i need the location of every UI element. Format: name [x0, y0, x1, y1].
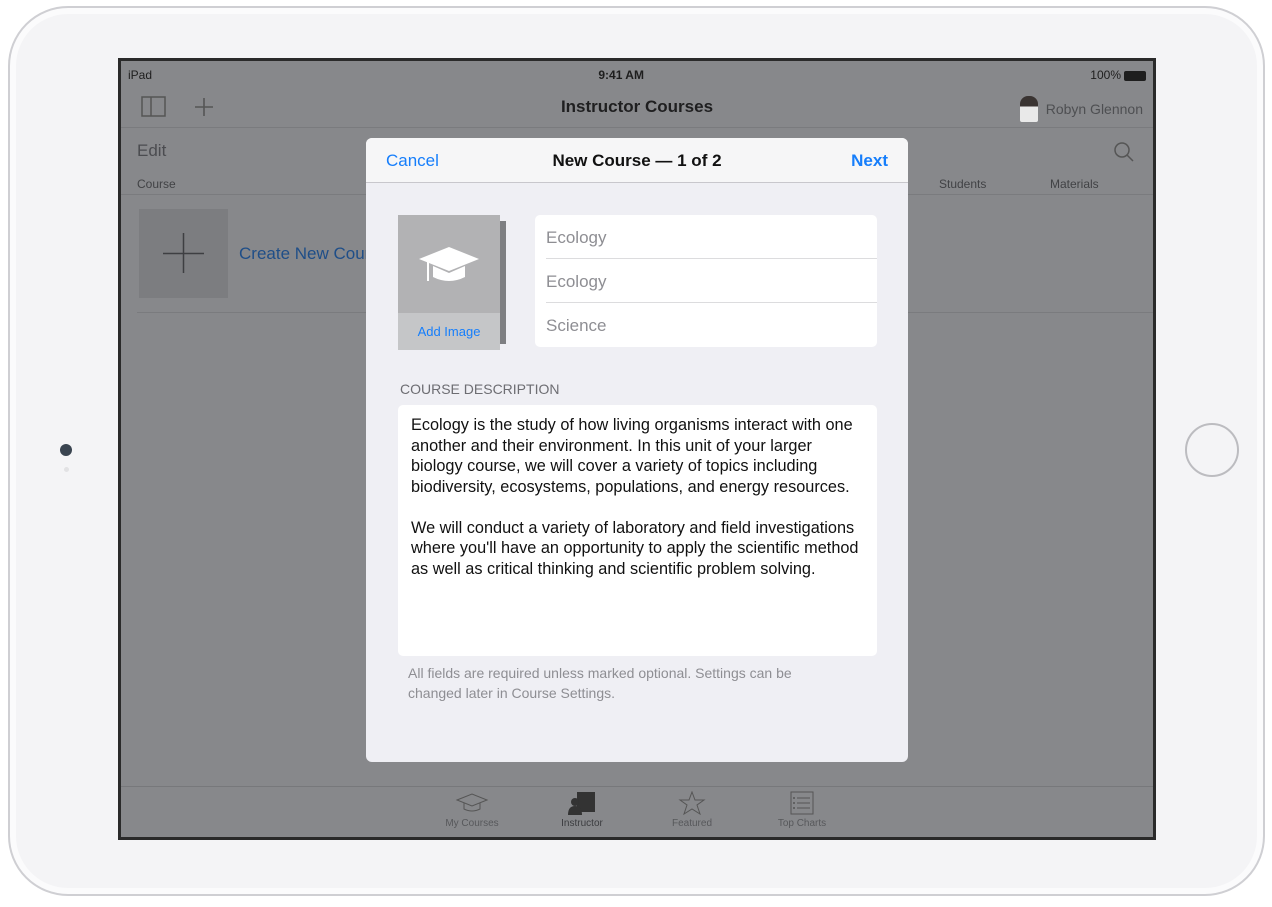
user-name: Robyn Glennon: [1045, 101, 1143, 117]
course-image-picker[interactable]: Add Image: [398, 215, 500, 350]
page-title: Instructor Courses: [560, 97, 714, 116]
home-button[interactable]: [1185, 423, 1239, 477]
tab-top-charts[interactable]: Top Charts: [772, 787, 832, 837]
course-name-field[interactable]: Ecology: [546, 215, 877, 259]
course-subject-field[interactable]: Science: [546, 303, 877, 347]
screen: iPad 9:41 AM 100% Instructor Courses Rob…: [118, 58, 1156, 840]
avatar: [1019, 96, 1038, 122]
tab-label: Featured: [671, 818, 713, 829]
description-textarea[interactable]: Ecology is the study of how living organ…: [398, 405, 877, 656]
battery-icon: [1124, 70, 1146, 81]
dialog-title: New Course — 1 of 2: [552, 151, 722, 170]
tab-label: Top Charts: [777, 818, 827, 829]
course-fields: Ecology Ecology Science: [535, 215, 877, 347]
graduation-cap-icon: [419, 247, 479, 281]
battery-percent: 100%: [1090, 68, 1121, 82]
plus-icon: [163, 233, 204, 273]
user-account[interactable]: Robyn Glennon: [1019, 96, 1143, 122]
status-bar: iPad 9:41 AM 100%: [128, 68, 1146, 82]
tab-bar: My Courses Instructor Featured Top Chart…: [121, 786, 1153, 837]
edit-button[interactable]: Edit: [137, 141, 166, 161]
device-label: iPad: [128, 68, 153, 82]
tab-label: Instructor: [561, 818, 603, 829]
add-image-button[interactable]: Add Image: [398, 313, 500, 350]
col-materials: Materials: [1050, 177, 1099, 191]
navbar: Instructor Courses Robyn Glennon: [121, 88, 1153, 128]
tab-my-courses[interactable]: My Courses: [442, 787, 502, 837]
description-label: COURSE DESCRIPTION: [400, 381, 560, 397]
col-course: Course: [137, 177, 176, 191]
footer-note: All fields are required unless marked op…: [408, 665, 792, 701]
graduation-cap-icon: [455, 793, 489, 812]
next-button[interactable]: Next: [851, 151, 888, 171]
description-paragraph: Ecology is the study of how living organ…: [411, 416, 853, 496]
book-spine: [500, 221, 506, 344]
clock: 9:41 AM: [598, 68, 644, 82]
col-students: Students: [939, 177, 987, 191]
tab-label: My Courses: [445, 818, 499, 829]
new-course-dialog: Cancel New Course — 1 of 2 Next Add Imag…: [366, 138, 908, 762]
instructor-icon: [568, 792, 595, 815]
camera: [60, 444, 72, 456]
star-icon: [678, 790, 706, 816]
dialog-header: Cancel New Course — 1 of 2 Next: [366, 138, 908, 183]
tab-featured[interactable]: Featured: [662, 787, 722, 837]
list-icon: [790, 791, 814, 815]
search-icon[interactable]: [1113, 141, 1135, 163]
tab-instructor[interactable]: Instructor: [552, 787, 612, 837]
course-short-name-field[interactable]: Ecology: [546, 259, 877, 303]
create-course-thumbnail[interactable]: [139, 209, 228, 298]
description-paragraph: We will conduct a variety of laboratory …: [411, 518, 859, 578]
sensor: [64, 467, 69, 472]
